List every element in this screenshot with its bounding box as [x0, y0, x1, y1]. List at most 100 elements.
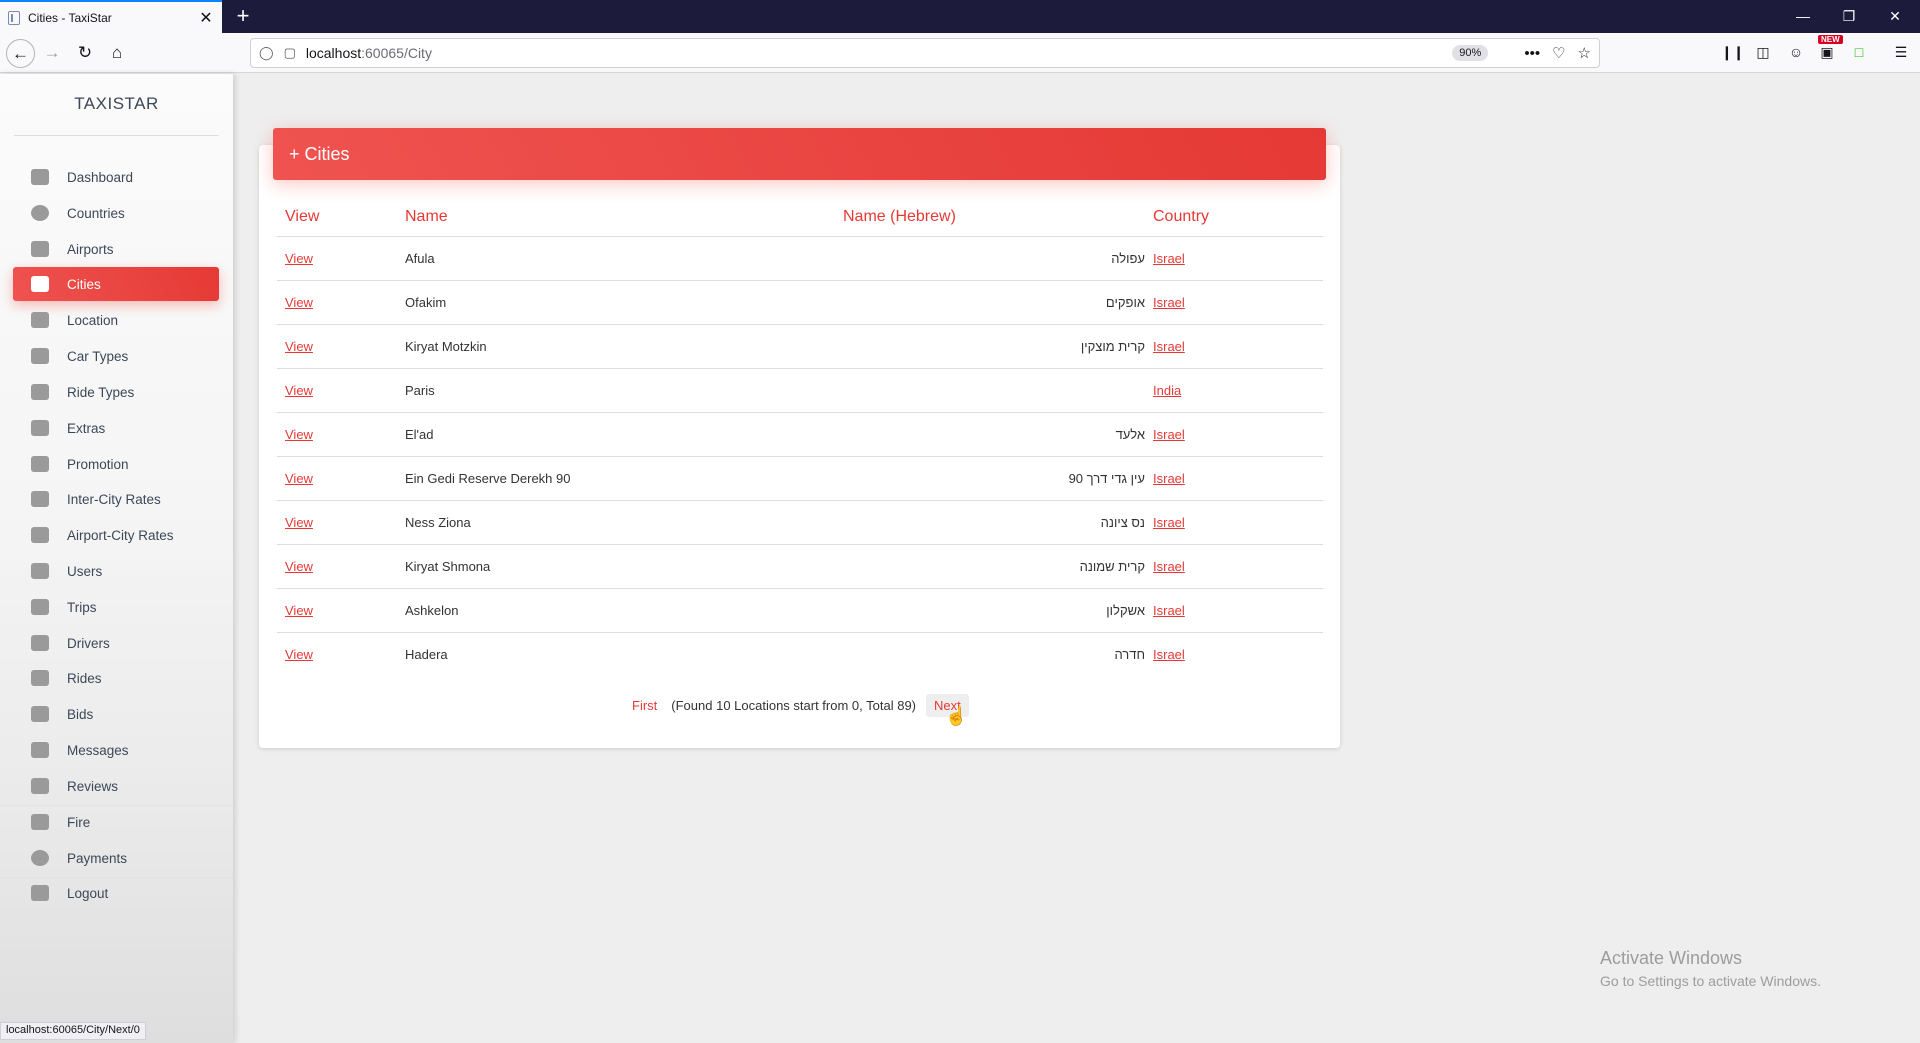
sidebar-item-logout[interactable]: Logout [13, 876, 219, 910]
city-name-cell: Hadera [405, 646, 448, 662]
country-link[interactable]: Israel [1153, 603, 1185, 618]
table-cell: Ofakim [397, 280, 835, 325]
tracking-shield-icon[interactable]: ◯ [259, 45, 274, 61]
close-window-icon[interactable]: ✕ [1872, 0, 1918, 33]
add-city-title[interactable]: + Cities [289, 144, 350, 165]
table-cell: View [277, 236, 397, 281]
country-link[interactable]: Israel [1153, 427, 1185, 442]
view-link[interactable]: View [285, 383, 313, 398]
first-page-link[interactable]: First [632, 698, 657, 713]
hamburger-menu-icon[interactable]: ☰ [1890, 41, 1912, 63]
brand-logo-text[interactable]: TAXISTAR [0, 94, 233, 114]
tab-close-icon[interactable]: ✕ [198, 8, 214, 28]
table-cell: Hadera [397, 632, 835, 676]
sidebar-item-trips[interactable]: Trips [13, 590, 219, 624]
sidebar-item-promotion[interactable]: Promotion [13, 447, 219, 481]
more-actions-icon[interactable]: ••• [1524, 45, 1540, 62]
forward-arrow-icon[interactable]: → [38, 39, 66, 67]
sidebar-item-airports[interactable]: Airports [13, 232, 219, 266]
save-icon[interactable]: □ [1848, 41, 1870, 63]
view-link[interactable]: View [285, 603, 313, 618]
card-header: + Cities [273, 128, 1326, 180]
restore-window-icon[interactable]: ❐ [1826, 0, 1872, 33]
home-icon[interactable]: ⌂ [103, 39, 131, 67]
sidebar-item-car-types[interactable]: Car Types [13, 339, 219, 373]
page-info-icon[interactable]: ▢ [284, 45, 296, 61]
sidebar-item-rides[interactable]: Rides [13, 661, 219, 695]
sidebar-item-bids[interactable]: Bids [13, 697, 219, 731]
sidebar-item-label: Users [67, 563, 103, 579]
sidebar-item-ride-types[interactable]: Ride Types [13, 375, 219, 409]
sidebar-item-fire[interactable]: Fire [13, 805, 219, 839]
view-link[interactable]: View [285, 295, 313, 310]
table-cell: View [277, 588, 397, 633]
review-icon [31, 778, 49, 794]
table-cell: View [277, 456, 397, 501]
sidebar-item-payments[interactable]: Payments [13, 841, 219, 875]
column-header-name[interactable]: Name [397, 198, 835, 237]
extension-icon[interactable]: ▣ [1816, 41, 1838, 63]
sidebar-item-label: Promotion [67, 456, 129, 472]
sidebar-item-messages[interactable]: Messages [13, 733, 219, 767]
column-header-hebrew[interactable]: Name (Hebrew) [835, 198, 1145, 237]
view-link[interactable]: View [285, 251, 313, 266]
pocket-icon[interactable]: ♡ [1552, 44, 1565, 62]
sidebar-item-extras[interactable]: Extras [13, 411, 219, 445]
hebrew-name-cell: אלעד [1115, 426, 1145, 442]
sidebar-item-location[interactable]: Location [13, 303, 219, 337]
city-name-cell: Ofakim [405, 294, 447, 310]
view-link[interactable]: View [285, 471, 313, 486]
sidebar-item-reviews[interactable]: Reviews [13, 769, 219, 803]
sidebar-item-label: Logout [67, 885, 109, 901]
zoom-level-badge[interactable]: 90% [1452, 45, 1489, 61]
view-link[interactable]: View [285, 647, 313, 662]
sidebar-toggle-icon[interactable]: ◫ [1752, 41, 1774, 63]
plug-icon [31, 885, 49, 901]
sidebar-item-label: Cities [67, 276, 101, 292]
bookmark-star-icon[interactable]: ☆ [1578, 44, 1591, 62]
country-link[interactable]: Israel [1153, 559, 1185, 574]
sidebar-item-airport-city-rates[interactable]: Airport-City Rates [13, 518, 219, 552]
view-link[interactable]: View [285, 559, 313, 574]
sidebar-item-drivers[interactable]: Drivers [13, 626, 219, 660]
minimize-window-icon[interactable]: — [1780, 0, 1826, 33]
table-body: View Afula עפולה Israel View Ofakim אופקים Isra… [277, 236, 1323, 676]
country-link[interactable]: Israel [1153, 515, 1185, 530]
view-link[interactable]: View [285, 427, 313, 442]
sidebar-item-label: Rides [67, 670, 102, 686]
view-link[interactable]: View [285, 339, 313, 354]
country-link[interactable]: Israel [1153, 339, 1185, 354]
country-link[interactable]: Israel [1153, 471, 1185, 486]
sidebar-item-label: Ride Types [67, 384, 135, 400]
sidebar-item-countries[interactable]: Countries [13, 196, 219, 230]
table-cell: Israel [1145, 236, 1323, 281]
table-cell: El'ad [397, 412, 835, 457]
country-link[interactable]: Israel [1153, 251, 1185, 266]
address-bar[interactable]: ◯ ▢ localhost:60065/City 90% ••• ♡ ☆ [250, 38, 1600, 68]
map-pin-icon [31, 312, 49, 328]
url-text[interactable]: localhost:60065/City [306, 45, 1452, 61]
new-tab-button[interactable]: + [230, 3, 256, 29]
table-cell: View [277, 280, 397, 325]
table-row: View Ofakim אופקים Israel [277, 280, 1323, 325]
country-link[interactable]: India [1153, 383, 1181, 398]
table-cell: Israel [1145, 324, 1323, 369]
column-header-view[interactable]: View [277, 198, 397, 237]
brand-divider [14, 135, 219, 136]
browser-tab[interactable]: Cities - TaxiStar ✕ [0, 0, 222, 33]
account-icon[interactable]: ☺ [1785, 41, 1807, 63]
sidebar-item-cities[interactable]: Cities [13, 267, 219, 301]
back-arrow-icon[interactable]: ← [6, 39, 35, 68]
country-link[interactable]: Israel [1153, 647, 1185, 662]
url-path: :60065/City [361, 45, 432, 61]
browser-nav-bar: ← → ↻ ⌂ ◯ ▢ localhost:60065/City 90% •••… [0, 33, 1920, 73]
sidebar-item-dashboard[interactable]: Dashboard [13, 160, 219, 194]
sidebar-item-users[interactable]: Users [13, 554, 219, 588]
column-header-country[interactable]: Country [1145, 198, 1323, 237]
departure-icon [31, 527, 49, 543]
view-link[interactable]: View [285, 515, 313, 530]
library-icon[interactable]: ❙❙ [1721, 41, 1744, 63]
reload-icon[interactable]: ↻ [71, 39, 99, 67]
sidebar-item-inter-city-rates[interactable]: Inter-City Rates [13, 482, 219, 516]
country-link[interactable]: Israel [1153, 295, 1185, 310]
